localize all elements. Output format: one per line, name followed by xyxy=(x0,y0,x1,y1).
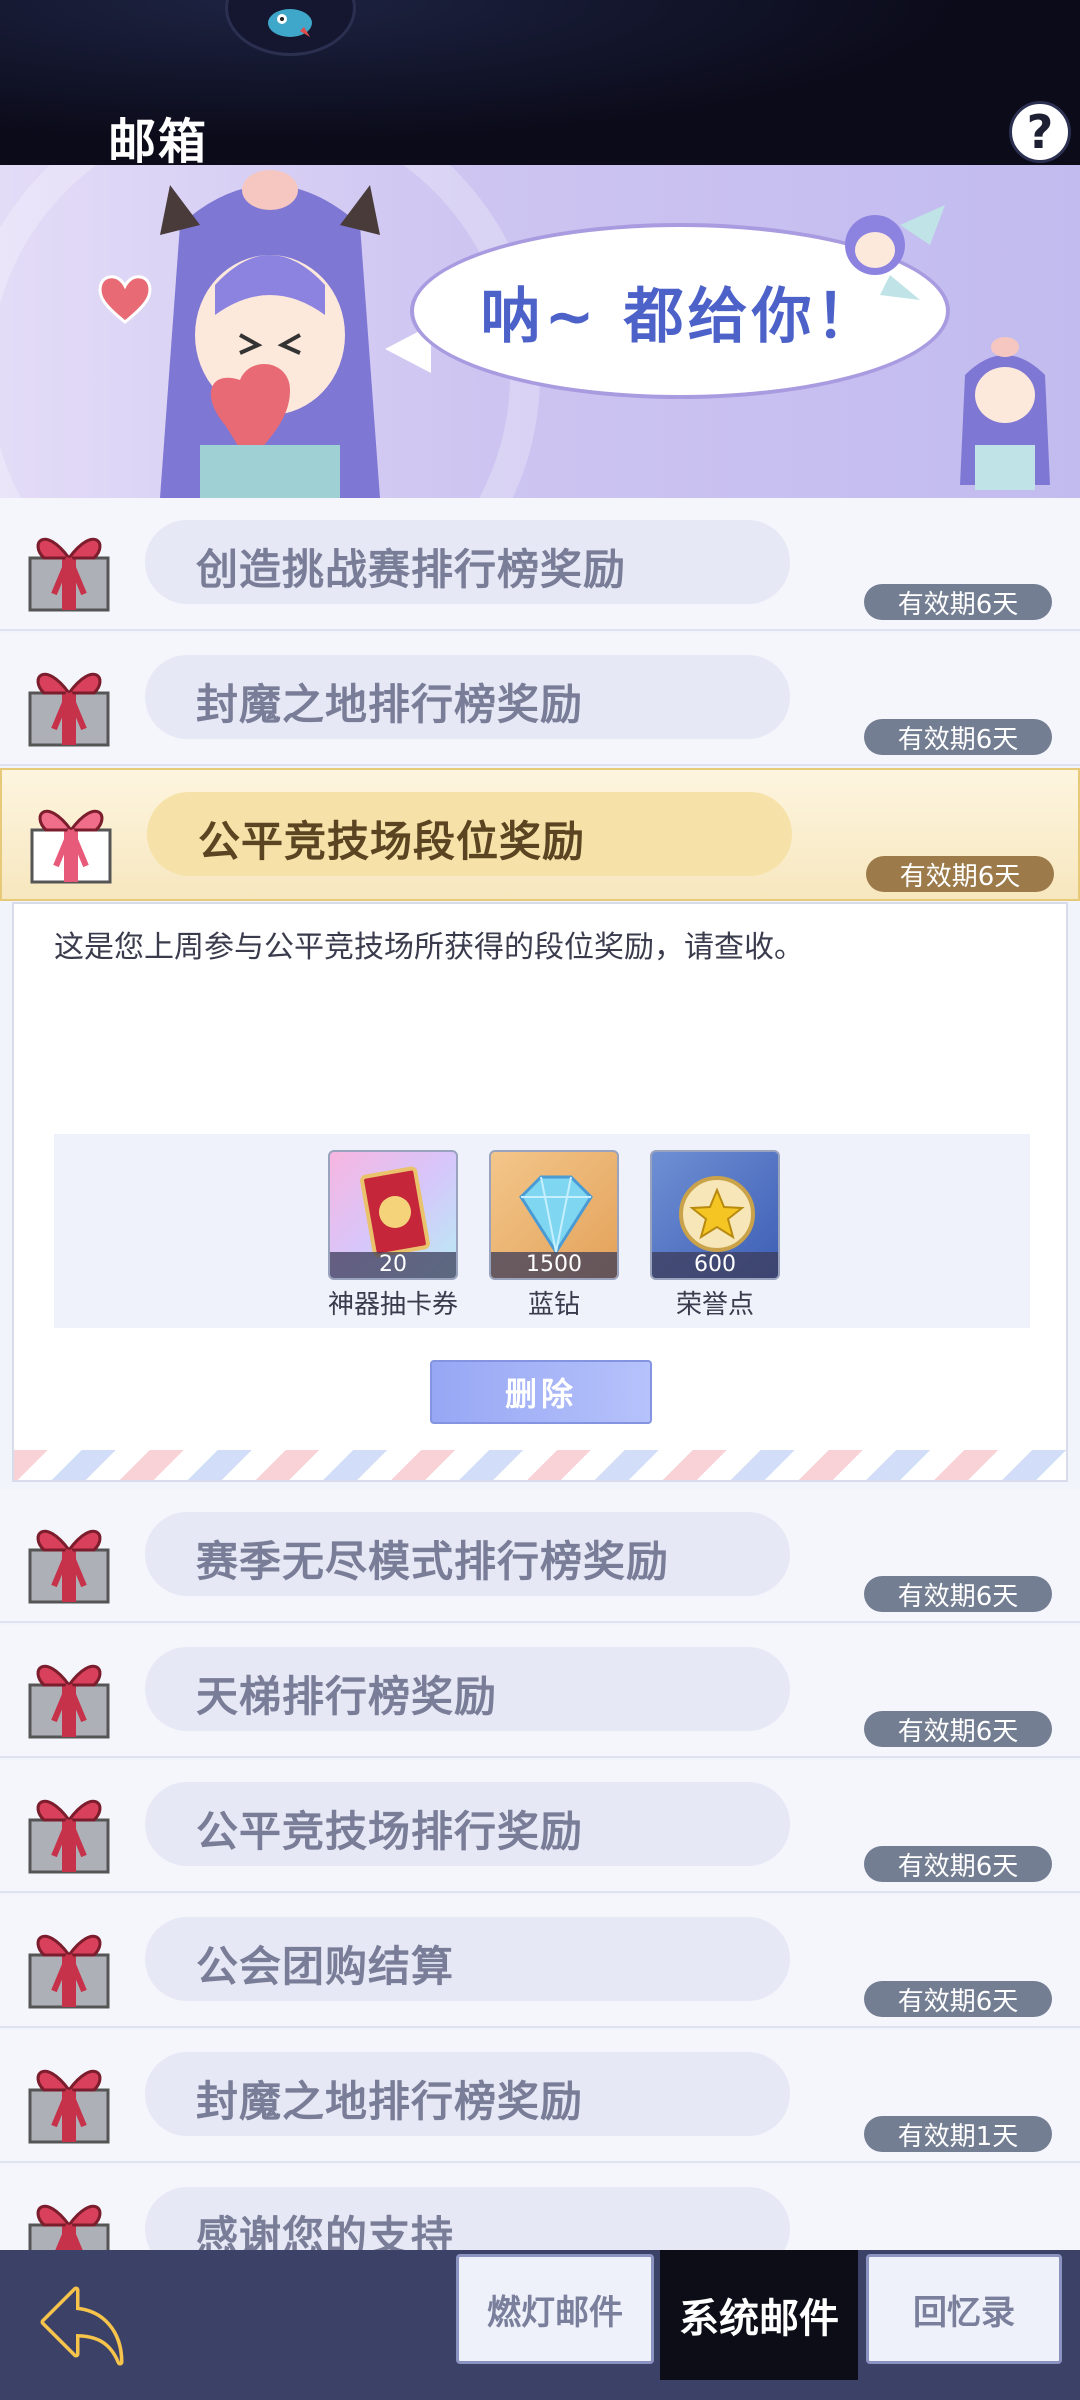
expiry-badge: 有效期6天 xyxy=(864,719,1052,755)
mascot-girl-illustration xyxy=(160,170,380,498)
standing-chibi-illustration xyxy=(960,337,1050,490)
back-arrow-icon[interactable] xyxy=(36,2282,132,2372)
gift-icon xyxy=(28,1799,110,1874)
airmail-border xyxy=(14,1450,1066,1480)
mail-detail-panel: 这是您上周参与公平竞技场所获得的段位奖励，请查收。 20 神器抽卡券 1500 … xyxy=(12,902,1068,1482)
reward-count: 600 xyxy=(652,1252,778,1278)
gift-icon xyxy=(28,672,110,747)
mail-subject: 创造挑战赛排行榜奖励 xyxy=(196,545,627,594)
gift-icon xyxy=(30,809,112,884)
expiry-badge: 有效期6天 xyxy=(864,1711,1052,1747)
blue-diamond-icon: 1500 xyxy=(489,1150,619,1280)
tab-lantern-mail[interactable]: 燃灯邮件 xyxy=(456,2254,654,2364)
mail-subject: 封魔之地排行榜奖励 xyxy=(196,680,584,729)
expiry-badge: 有效期6天 xyxy=(864,1846,1052,1882)
mail-item-selected[interactable]: 公平竞技场段位奖励 有效期6天 xyxy=(0,768,1080,901)
mail-subject: 公平竞技场段位奖励 xyxy=(198,817,586,866)
gift-icon xyxy=(28,1934,110,2009)
mail-item[interactable]: 封魔之地排行榜奖励 有效期1天 xyxy=(0,2030,1080,2163)
reward-item[interactable]: 1500 蓝钻 xyxy=(489,1150,619,1321)
reward-name: 神器抽卡券 xyxy=(328,1290,459,1320)
delete-button[interactable]: 删除 xyxy=(430,1360,652,1424)
reward-count: 1500 xyxy=(491,1252,617,1278)
gift-icon xyxy=(28,1529,110,1604)
card-ticket-icon: 20 xyxy=(328,1150,458,1280)
mail-subject: 公平竞技场排行奖励 xyxy=(196,1807,584,1856)
reward-item[interactable]: 20 神器抽卡券 xyxy=(328,1150,458,1321)
mail-subject: 赛季无尽模式排行榜奖励 xyxy=(196,1537,670,1586)
reward-item[interactable]: 600 荣誉点 xyxy=(650,1150,780,1321)
top-header: 邮箱 ? xyxy=(0,0,1080,170)
gift-icon xyxy=(28,1664,110,1739)
help-icon: ? xyxy=(1026,105,1054,159)
flying-chibi-illustration xyxy=(845,205,945,300)
honor-star-icon: 600 xyxy=(650,1150,780,1280)
reward-name: 荣誉点 xyxy=(675,1290,754,1320)
page-title: 邮箱 xyxy=(108,114,209,170)
mail-item[interactable]: 封魔之地排行榜奖励 有效期6天 xyxy=(0,633,1080,766)
mail-subject: 感谢您的支持 xyxy=(196,2212,455,2250)
mail-item[interactable]: 创造挑战赛排行榜奖励 有效期6天 xyxy=(0,498,1080,631)
help-button[interactable]: ? xyxy=(1009,101,1071,163)
mail-item[interactable]: 赛季无尽模式排行榜奖励 有效期6天 xyxy=(0,1490,1080,1623)
gift-icon xyxy=(28,2069,110,2144)
tab-system-mail[interactable]: 系统邮件 xyxy=(660,2250,858,2380)
expiry-badge: 有效期6天 xyxy=(866,856,1054,892)
expiry-badge: 有效期6天 xyxy=(864,1576,1052,1612)
mail-list[interactable]: 创造挑战赛排行榜奖励 有效期6天 封魔之地排行榜奖励 有效期6天 公平竞技场段位… xyxy=(0,498,1080,2250)
reward-panel: 20 神器抽卡券 1500 蓝钻 600 荣誉点 xyxy=(54,1134,1030,1328)
avatar[interactable] xyxy=(225,0,356,56)
gift-icon xyxy=(28,2204,110,2250)
bottom-tab-bar: 燃灯邮件 系统邮件 回忆录 xyxy=(0,2250,1080,2400)
expiry-badge: 有效期1天 xyxy=(864,2116,1052,2152)
mail-item[interactable]: 公平竞技场排行奖励 有效期6天 xyxy=(0,1760,1080,1893)
tab-memoir[interactable]: 回忆录 xyxy=(866,2254,1062,2364)
mail-subject: 天梯排行榜奖励 xyxy=(196,1672,498,1721)
expiry-badge: 有效期6天 xyxy=(864,584,1052,620)
reward-count: 20 xyxy=(330,1252,456,1278)
gift-icon xyxy=(28,537,110,612)
reward-name: 蓝钻 xyxy=(527,1290,580,1320)
mail-subject: 公会团购结算 xyxy=(196,1942,455,1991)
mail-item[interactable]: 天梯排行榜奖励 有效期6天 xyxy=(0,1625,1080,1758)
mail-item[interactable]: 感谢您的支持 xyxy=(0,2165,1080,2250)
mail-body-text: 这是您上周参与公平竞技场所获得的段位奖励，请查收。 xyxy=(54,930,804,965)
expiry-badge: 有效期6天 xyxy=(864,1981,1052,2017)
mail-banner: 呐~ 都给你！ xyxy=(0,165,1080,498)
mail-item[interactable]: 公会团购结算 有效期6天 xyxy=(0,1895,1080,2028)
mail-subject: 封魔之地排行榜奖励 xyxy=(196,2077,584,2126)
